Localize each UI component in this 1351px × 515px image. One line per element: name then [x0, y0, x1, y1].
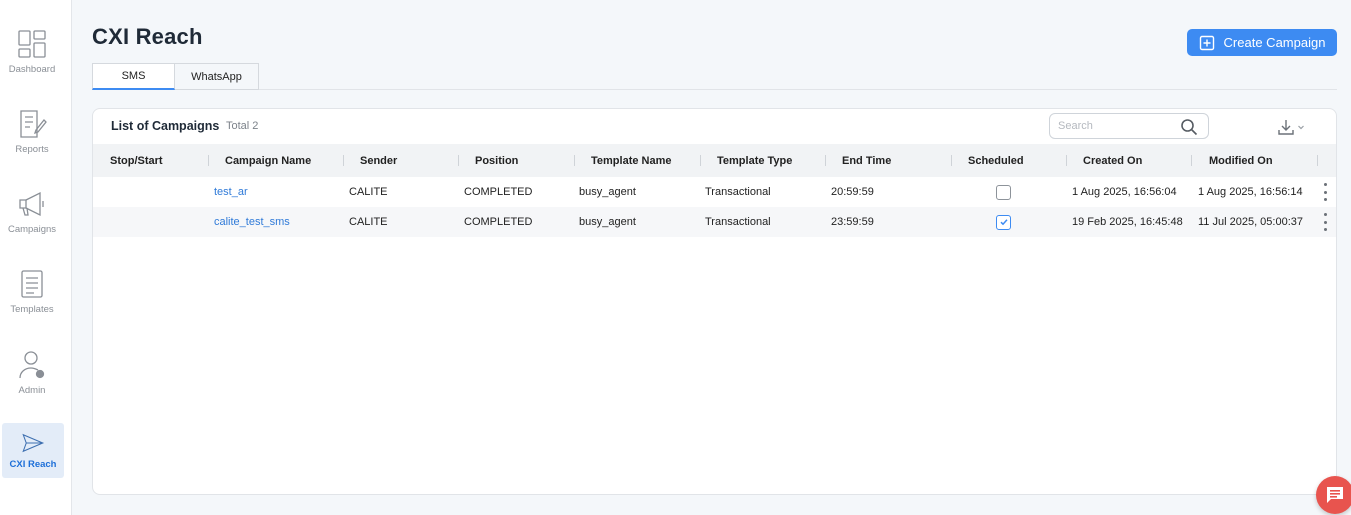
chat-support-button[interactable] [1316, 476, 1351, 514]
chevron-down-icon [1298, 125, 1304, 130]
table-row: calite_test_sms CALITE COMPLETED busy_ag… [93, 207, 1336, 237]
scheduled-checkbox[interactable] [996, 214, 1011, 230]
column-header-created-on[interactable]: Created On [1083, 144, 1142, 177]
sidebar-item-label: Campaigns [7, 224, 57, 235]
scheduled-checkbox[interactable] [996, 184, 1011, 200]
search-box [1049, 113, 1209, 139]
sidebar-item-campaigns[interactable]: Campaigns [0, 188, 64, 235]
row-menu-icon[interactable] [1320, 213, 1330, 231]
campaign-name-link[interactable]: calite_test_sms [214, 207, 290, 237]
chat-icon [1327, 487, 1343, 503]
template-type-cell: Transactional [705, 216, 771, 228]
column-separator [343, 155, 344, 166]
column-header-end-time[interactable]: End Time [842, 144, 891, 177]
page-title: CXI Reach [92, 24, 203, 49]
sidebar-item-label: Dashboard [8, 64, 56, 75]
sidebar-item-dashboard[interactable]: Dashboard [0, 28, 64, 75]
created-on-cell: 19 Feb 2025, 16:45:48 [1072, 216, 1183, 228]
report-icon [20, 110, 47, 138]
megaphone-icon [19, 191, 44, 217]
plus-square-icon [1199, 35, 1214, 50]
template-name-cell: busy_agent [579, 216, 636, 228]
column-separator [951, 155, 952, 166]
tab-divider [259, 89, 1337, 90]
created-on-cell: 1 Aug 2025, 16:56:04 [1072, 186, 1177, 198]
sidebar-item-cxi-reach[interactable]: CXI Reach [2, 423, 64, 478]
sidebar-item-label: Admin [18, 385, 46, 396]
create-campaign-button[interactable]: Create Campaign [1187, 29, 1337, 56]
row-menu-icon[interactable] [1320, 183, 1330, 201]
search-icon[interactable] [1180, 118, 1198, 136]
modified-on-cell: 1 Aug 2025, 16:56:14 [1198, 186, 1303, 198]
table-row: test_ar CALITE COMPLETED busy_agent Tran… [93, 177, 1336, 207]
dashboard-icon [18, 30, 46, 58]
template-type-cell: Transactional [705, 186, 771, 198]
scheduled-cell [996, 177, 1011, 207]
sender-cell: CALITE [349, 216, 388, 228]
end-time-cell: 23:59:59 [831, 216, 874, 228]
end-time-cell: 20:59:59 [831, 186, 874, 198]
column-separator [1066, 155, 1067, 166]
column-separator [700, 155, 701, 166]
sidebar: Dashboard Reports Campaigns Templates Ad… [0, 0, 72, 515]
template-icon [21, 270, 43, 298]
campaign-name-link[interactable]: test_ar [214, 177, 248, 207]
download-icon [1278, 120, 1294, 135]
column-separator [1317, 155, 1318, 166]
search-input[interactable] [1058, 120, 1178, 132]
sidebar-item-admin[interactable]: Admin [0, 349, 64, 396]
column-separator [208, 155, 209, 166]
tab-sms[interactable]: SMS [92, 63, 175, 90]
tab-whatsapp[interactable]: WhatsApp [175, 63, 259, 90]
modified-on-cell: 11 Jul 2025, 05:00:37 [1198, 216, 1303, 228]
scheduled-cell [996, 207, 1011, 237]
send-icon [22, 433, 45, 453]
admin-user-icon [19, 351, 45, 379]
position-cell: COMPLETED [464, 216, 533, 228]
template-name-cell: busy_agent [579, 186, 636, 198]
campaign-total-count: Total 2 [226, 120, 259, 132]
column-header-position[interactable]: Position [475, 144, 518, 177]
checkmark-icon [999, 219, 1008, 226]
card-title: List of Campaigns [111, 119, 220, 133]
column-header-scheduled[interactable]: Scheduled [968, 144, 1024, 177]
sidebar-item-label: Reports [15, 144, 49, 155]
column-header-stop-start[interactable]: Stop/Start [110, 144, 163, 177]
column-header-template-name[interactable]: Template Name [591, 144, 672, 177]
column-header-modified-on[interactable]: Modified On [1209, 144, 1273, 177]
column-separator [825, 155, 826, 166]
campaign-list-card: List of Campaigns Total 2 Stop/Start Cam… [92, 108, 1337, 495]
column-separator [574, 155, 575, 166]
column-header-template-type[interactable]: Template Type [717, 144, 792, 177]
sidebar-item-label: Templates [10, 304, 54, 315]
position-cell: COMPLETED [464, 186, 533, 198]
column-separator [458, 155, 459, 166]
sidebar-item-label: CXI Reach [9, 459, 57, 470]
create-campaign-label: Create Campaign [1223, 35, 1326, 50]
sidebar-item-templates[interactable]: Templates [0, 268, 64, 315]
column-header-sender[interactable]: Sender [360, 144, 397, 177]
column-separator [1191, 155, 1192, 166]
sidebar-item-reports[interactable]: Reports [0, 108, 64, 155]
channel-tabs: SMS WhatsApp [92, 63, 259, 90]
table-header: Stop/Start Campaign Name Sender Position… [93, 144, 1336, 177]
sender-cell: CALITE [349, 186, 388, 198]
download-dropdown[interactable] [1277, 117, 1307, 137]
column-header-campaign-name[interactable]: Campaign Name [225, 144, 311, 177]
